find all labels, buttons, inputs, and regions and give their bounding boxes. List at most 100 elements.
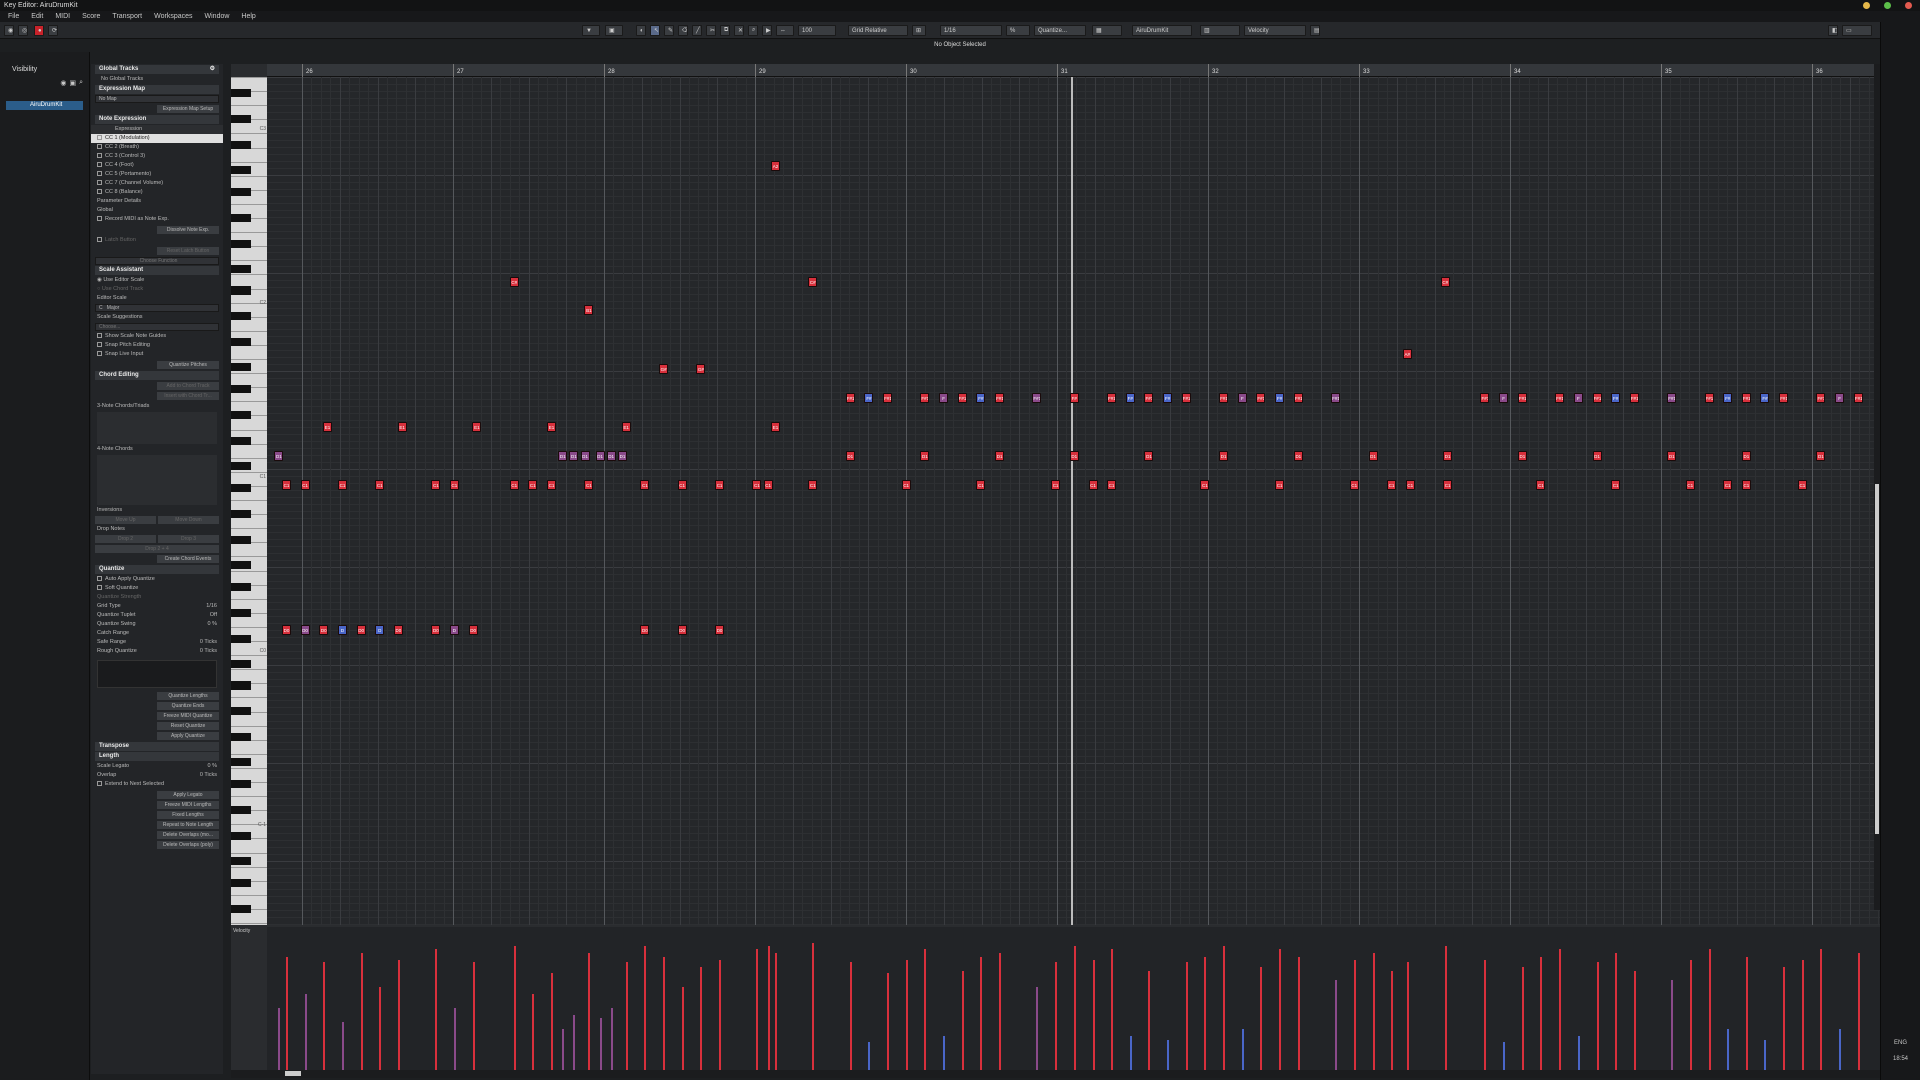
white-key[interactable] — [231, 105, 267, 107]
midi-note[interactable]: F# — [976, 393, 986, 403]
midi-note[interactable]: D — [375, 625, 385, 635]
velocity-bar[interactable] — [562, 1028, 565, 1070]
midi-note[interactable]: F#1 — [883, 393, 893, 403]
midi-note[interactable]: F#1 — [1032, 393, 1042, 403]
expression-map-select[interactable]: No Map — [95, 95, 219, 103]
snap-pitch-option[interactable]: Snap Pitch Editing — [91, 341, 223, 350]
velocity-bar[interactable] — [588, 952, 591, 1070]
maximize-icon[interactable] — [1884, 2, 1891, 9]
move-down-button[interactable]: Move Down — [158, 516, 219, 524]
create-chord-button[interactable]: Create Chord Events — [157, 555, 219, 563]
midi-note[interactable]: D1 — [920, 451, 930, 461]
midi-note[interactable]: D0 — [677, 625, 687, 635]
white-key[interactable] — [231, 669, 267, 671]
apply-quantize-button[interactable]: Apply Quantize — [157, 732, 219, 740]
white-key[interactable] — [231, 373, 267, 375]
velocity-bar[interactable] — [1839, 1028, 1842, 1070]
rough-row[interactable]: Rough Quantize 0 Ticks — [91, 647, 223, 656]
white-key[interactable] — [231, 359, 267, 360]
black-key[interactable] — [231, 560, 251, 569]
velocity-bar[interactable] — [924, 948, 927, 1070]
checkbox[interactable] — [97, 144, 102, 150]
velocity-bar[interactable] — [1577, 1035, 1580, 1070]
expression-map-setup-button[interactable]: Expression Map Setup — [157, 105, 219, 113]
midi-note[interactable]: E1 — [472, 422, 482, 432]
midi-note[interactable]: D1 — [1741, 451, 1751, 461]
section-global-tracks[interactable]: Global Tracks ⚙ — [95, 65, 219, 74]
midi-note[interactable]: D0 — [300, 625, 310, 635]
velocity-bar[interactable] — [323, 962, 326, 1070]
velocity-bar[interactable] — [341, 1021, 344, 1070]
midi-note[interactable]: C1 — [640, 480, 650, 490]
midi-note[interactable]: C1 — [584, 480, 594, 490]
drop24-button[interactable]: Drop 2 + 4 — [95, 545, 219, 553]
zoom-field[interactable]: 100 — [798, 25, 836, 36]
menu-score[interactable]: Score — [82, 13, 100, 20]
midi-note[interactable]: F#1 — [1181, 393, 1191, 403]
velocity-bar[interactable] — [999, 952, 1002, 1070]
white-key[interactable] — [231, 133, 267, 135]
auto-apply-option[interactable]: Auto Apply Quantize — [91, 575, 223, 584]
velocity-bar[interactable] — [360, 952, 363, 1070]
midi-note[interactable]: F — [939, 393, 949, 403]
freeze-quantize-button[interactable]: Freeze MIDI Quantize — [157, 712, 219, 720]
lock-icon[interactable]: ▣ — [69, 79, 76, 87]
midi-note[interactable]: F# — [1760, 393, 1770, 403]
midi-note[interactable]: F# — [1125, 393, 1135, 403]
midi-note[interactable]: C1 — [1611, 480, 1621, 490]
close-icon[interactable] — [1905, 2, 1912, 9]
midi-note[interactable]: D1 — [1219, 451, 1229, 461]
white-key[interactable] — [231, 175, 267, 177]
midi-note[interactable]: C1 — [1088, 480, 1098, 490]
draw-tool-icon[interactable]: ✎ — [664, 25, 674, 36]
black-key[interactable] — [231, 141, 251, 149]
velocity-bar[interactable] — [1036, 987, 1039, 1070]
drop3-button[interactable]: Drop 3 — [158, 535, 219, 543]
velocity-bar[interactable] — [681, 987, 684, 1070]
visibility-track[interactable]: AiruDrumKit — [6, 101, 83, 110]
velocity-bar[interactable] — [887, 973, 890, 1070]
midi-note[interactable]: G# — [696, 364, 706, 374]
safe-range-row[interactable]: Safe Range 0 Ticks — [91, 638, 223, 647]
velocity-bar[interactable] — [1444, 945, 1447, 1070]
view-icon[interactable]: ▣ — [605, 25, 623, 36]
piano-icon[interactable]: ▤ — [1310, 25, 1320, 36]
instrument-select[interactable]: AiruDrumKit — [1132, 25, 1192, 36]
midi-note[interactable]: C1 — [375, 480, 385, 490]
velocity-bar[interactable] — [980, 956, 983, 1070]
midi-note[interactable]: D0 — [715, 625, 725, 635]
velocity-bar[interactable] — [1092, 959, 1095, 1070]
checkbox[interactable] — [97, 153, 102, 159]
midi-note[interactable]: F# — [1275, 393, 1285, 403]
freeze-lengths-button[interactable]: Freeze MIDI Lengths — [157, 801, 219, 809]
window-layout-icon[interactable]: ▭ — [1842, 25, 1872, 36]
layout-icon[interactable]: ◧ — [1828, 25, 1838, 36]
cc-item[interactable]: CC 4 (Foot) — [91, 161, 223, 170]
midi-note[interactable]: A2 — [771, 161, 781, 171]
midi-note[interactable]: F#1 — [1629, 393, 1639, 403]
section-scale-assistant[interactable]: Scale Assistant — [95, 266, 219, 275]
glue-tool-icon[interactable]: ⧉ — [720, 25, 730, 36]
white-key[interactable] — [231, 894, 267, 896]
cc-item[interactable]: CC 1 (Modulation) — [91, 134, 223, 143]
autoscroll-icon[interactable]: ⟳ — [48, 25, 58, 36]
midi-note[interactable]: F — [1573, 393, 1583, 403]
hscroll-thumb[interactable] — [285, 1071, 301, 1076]
velocity-bar[interactable] — [775, 952, 778, 1070]
midi-note[interactable]: C1 — [528, 480, 538, 490]
midi-note[interactable]: D0 — [282, 625, 291, 635]
white-key[interactable] — [231, 500, 267, 501]
checkbox[interactable] — [97, 189, 102, 195]
black-key[interactable] — [231, 338, 251, 347]
checkbox[interactable] — [97, 237, 102, 243]
velocity-bar[interactable] — [1111, 948, 1114, 1070]
black-key[interactable] — [231, 805, 251, 814]
midi-note[interactable]: C1 — [715, 480, 725, 490]
black-key[interactable] — [231, 411, 251, 420]
velocity-bar[interactable] — [1521, 966, 1524, 1070]
parameter-details[interactable]: Parameter Details — [91, 197, 223, 206]
checkbox[interactable] — [97, 333, 102, 339]
midi-note[interactable]: C1 — [976, 480, 986, 490]
midi-note[interactable]: C1 — [901, 480, 911, 490]
velocity-bar[interactable] — [1857, 952, 1860, 1070]
